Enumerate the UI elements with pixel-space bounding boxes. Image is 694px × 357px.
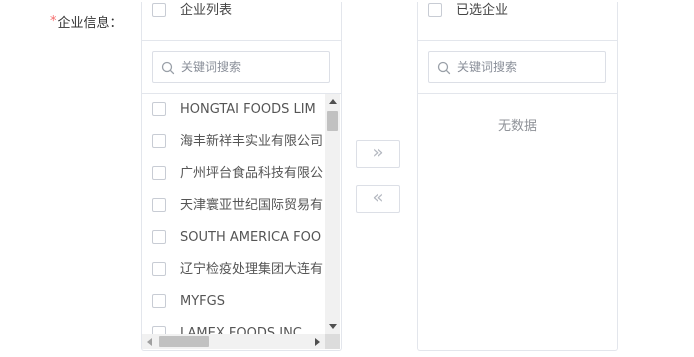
list-item[interactable]: 海丰新祥丰实业有限公司	[142, 126, 325, 158]
item-label: HONGTAI FOODS LIM	[180, 102, 316, 117]
item-label: MYFGS	[180, 294, 225, 309]
source-panel-title: 企业列表	[180, 3, 233, 18]
item-checkbox[interactable]	[152, 134, 166, 148]
item-checkbox[interactable]	[152, 230, 166, 244]
vertical-scroll-thumb[interactable]	[327, 111, 338, 131]
source-panel: 企业列表 HONGTAI FOODS LIM 海丰新祥丰实业有限公司广州坪台食品科…	[141, 2, 342, 351]
move-to-selected-button[interactable]: »	[356, 140, 400, 168]
item-label: SOUTH AMERICA FOO	[180, 230, 322, 245]
form-label-company-info: * 企业信息：	[50, 12, 123, 31]
select-all-selected-checkbox[interactable]	[428, 3, 442, 17]
scrollbar-corner	[325, 334, 340, 349]
form-label-text: 企业信息：	[57, 16, 123, 31]
item-label: 天津寰亚世纪国际贸易有	[180, 198, 324, 213]
scroll-up-arrow-icon[interactable]	[329, 99, 337, 104]
list-item[interactable]: 天津寰亚世纪国际贸易有	[142, 190, 325, 222]
item-checkbox[interactable]	[152, 294, 166, 308]
empty-state-text: 无数据	[497, 119, 537, 134]
vertical-scrollbar[interactable]	[325, 94, 340, 334]
source-panel-header: 企业列表	[142, 2, 341, 41]
source-search-box[interactable]	[152, 51, 330, 83]
target-panel-title: 已选企业	[456, 3, 509, 18]
source-list[interactable]: HONGTAI FOODS LIM 海丰新祥丰实业有限公司 广州坪台食品科技有限公天…	[142, 94, 325, 334]
list-item[interactable]: HONGTAI FOODS LIM	[142, 94, 325, 126]
item-checkbox[interactable]	[152, 198, 166, 212]
target-panel: 已选企业 无数据	[417, 2, 618, 351]
item-label: 辽宁检疫处理集团大连有	[180, 262, 324, 277]
item-checkbox[interactable]	[152, 326, 166, 334]
target-search-input[interactable]	[457, 52, 602, 82]
search-icon	[161, 60, 175, 79]
scroll-down-arrow-icon[interactable]	[329, 324, 337, 329]
source-search-input[interactable]	[181, 52, 326, 82]
target-filter-area	[418, 41, 617, 94]
double-chevron-right-icon: »	[372, 142, 384, 163]
horizontal-scroll-thumb[interactable]	[159, 336, 209, 347]
item-label: 广州坪台食品科技有限公	[180, 166, 324, 181]
required-mark: *	[50, 14, 57, 29]
list-item[interactable]: SOUTH AMERICA FOO	[142, 222, 325, 254]
source-filter-area	[142, 41, 341, 94]
list-item[interactable]: MYFGS	[142, 286, 325, 318]
select-all-checkbox[interactable]	[152, 3, 166, 17]
search-icon	[437, 60, 451, 79]
double-chevron-left-icon: «	[372, 187, 384, 208]
scroll-right-arrow-icon[interactable]	[315, 338, 320, 346]
list-item[interactable]: 辽宁检疫处理集团大连有	[142, 254, 325, 286]
horizontal-scrollbar[interactable]	[142, 334, 325, 349]
target-search-box[interactable]	[428, 51, 606, 83]
move-to-source-button[interactable]: «	[356, 185, 400, 213]
scroll-left-arrow-icon[interactable]	[147, 338, 152, 346]
list-item[interactable]: LAMEX FOODS INC	[142, 318, 325, 334]
item-checkbox[interactable]	[152, 166, 166, 180]
list-item[interactable]: 广州坪台食品科技有限公	[142, 158, 325, 190]
item-label: LAMEX FOODS INC	[180, 326, 302, 334]
target-panel-header: 已选企业	[418, 2, 617, 41]
item-checkbox[interactable]	[152, 262, 166, 276]
item-checkbox[interactable]	[152, 102, 166, 116]
item-label: 海丰新祥丰实业有限公司	[180, 134, 324, 149]
